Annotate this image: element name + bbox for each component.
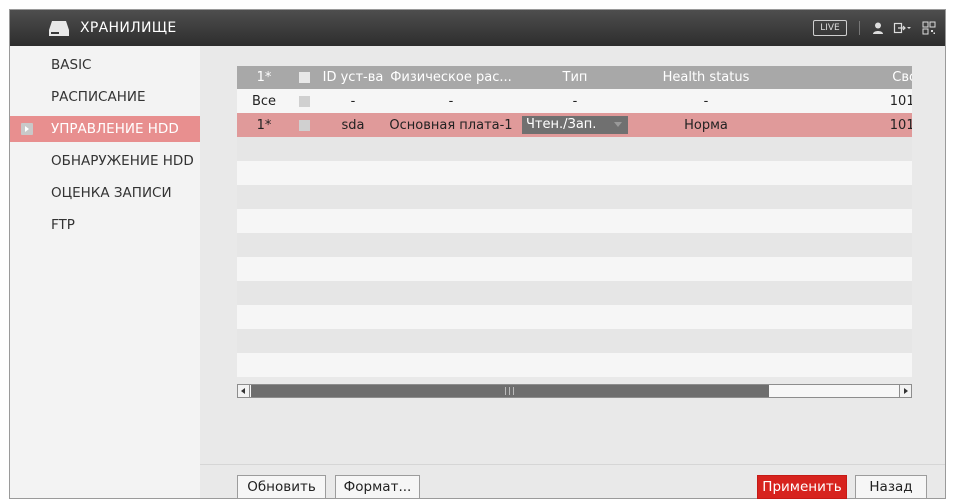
table-row-empty (237, 281, 912, 305)
sidebar: BASIC РАСПИСАНИЕ УПРАВЛЕНИЕ HDD ОБНАРУЖЕ… (10, 46, 200, 498)
health-cell: - (637, 89, 775, 113)
column-header-number[interactable]: 1* (237, 66, 291, 89)
table-row-empty (237, 329, 912, 353)
chevron-right-icon (21, 123, 33, 135)
hdd-table: 1* ID уст-ва Физическое рас... Тип Healt… (237, 66, 912, 402)
sidebar-item-schedule[interactable]: РАСПИСАНИЕ (10, 84, 200, 110)
page-title: ХРАНИЛИЩЕ (80, 20, 177, 36)
select-all-checkbox[interactable] (298, 72, 310, 83)
chevron-down-icon (614, 122, 622, 127)
table-header: 1* ID уст-ва Физическое рас... Тип Healt… (237, 66, 912, 89)
logout-icon[interactable] (893, 21, 911, 35)
table-row-empty (237, 305, 912, 329)
column-header-select[interactable] (291, 66, 317, 89)
row-select[interactable] (291, 89, 317, 113)
grip-icon (505, 387, 514, 395)
disk-type-select[interactable]: Чтен./Зап. (522, 116, 628, 134)
apply-button[interactable]: Применить (757, 475, 847, 499)
user-icon[interactable] (871, 21, 885, 35)
column-header-location[interactable]: Физическое рас... (389, 66, 513, 89)
sidebar-item-record-estimate[interactable]: ОЦЕНКА ЗАПИСИ (10, 180, 200, 206)
table-row-all[interactable]: Все - - - - 1018. (237, 89, 912, 113)
table-row-empty (237, 137, 912, 161)
free-space-cell: 1018. (775, 89, 912, 113)
scroll-right-button[interactable] (899, 385, 911, 397)
sidebar-item-ftp[interactable]: FTP (10, 212, 200, 238)
main-content: 1* ID уст-ва Физическое рас... Тип Healt… (200, 46, 945, 499)
row-number: 1* (237, 113, 291, 137)
sidebar-item-label: ОЦЕНКА ЗАПИСИ (51, 185, 172, 201)
table-row-empty (237, 353, 912, 377)
table-row-empty (237, 257, 912, 281)
live-button[interactable]: LIVE (813, 20, 847, 36)
device-id-cell: - (317, 89, 389, 113)
toolbar-divider (859, 21, 860, 35)
type-cell: - (513, 89, 637, 113)
table-row-sda[interactable]: 1* sda Основная плата-1 Чтен./Зап. Норма… (237, 113, 912, 137)
title-bar: ХРАНИЛИЩЕ LIVE (10, 10, 945, 46)
sidebar-item-label: РАСПИСАНИЕ (51, 89, 146, 105)
hdd-icon (49, 21, 69, 36)
sidebar-item-label: УПРАВЛЕНИЕ HDD (51, 121, 179, 137)
table-row-empty (237, 233, 912, 257)
format-button[interactable]: Формат... (335, 475, 420, 499)
column-header-device-id[interactable]: ID уст-ва (317, 66, 389, 89)
location-cell: Основная плата-1 (389, 113, 513, 137)
location-cell: - (389, 89, 513, 113)
row-checkbox[interactable] (298, 95, 310, 107)
scroll-left-button[interactable] (238, 385, 250, 397)
qr-code-icon[interactable] (922, 21, 936, 35)
sidebar-item-label: ОБНАРУЖЕНИЕ HDD (51, 153, 194, 169)
column-header-type[interactable]: Тип (513, 66, 637, 89)
horizontal-scrollbar[interactable] (237, 384, 912, 398)
row-checkbox[interactable] (298, 119, 310, 131)
column-header-health[interactable]: Health status (637, 66, 775, 89)
health-cell: Норма (637, 113, 775, 137)
scrollbar-thumb[interactable] (251, 385, 769, 397)
sidebar-item-basic[interactable]: BASIC (10, 52, 200, 78)
sidebar-item-label: FTP (51, 217, 75, 233)
column-header-free[interactable]: Своб (775, 66, 912, 89)
footer-divider (200, 464, 945, 465)
row-number: Все (237, 89, 291, 113)
table-row-empty (237, 161, 912, 185)
row-select[interactable] (291, 113, 317, 137)
sidebar-item-hdd-management[interactable]: УПРАВЛЕНИЕ HDD (10, 116, 200, 142)
refresh-button[interactable]: Обновить (237, 475, 326, 499)
storage-window: ХРАНИЛИЩЕ LIVE BASIC РАСПИСАНИЕ УПРАВЛЕН… (9, 9, 946, 499)
sidebar-item-hdd-detection[interactable]: ОБНАРУЖЕНИЕ HDD (10, 148, 200, 174)
table-row-empty (237, 209, 912, 233)
table-row-empty (237, 185, 912, 209)
device-id-cell: sda (317, 113, 389, 137)
sidebar-item-label: BASIC (51, 57, 92, 73)
disk-type-value: Чтен./Зап. (526, 117, 597, 132)
type-cell: Чтен./Зап. (513, 113, 637, 137)
back-button[interactable]: Назад (855, 475, 927, 499)
free-space-cell: 1018. (775, 113, 912, 137)
